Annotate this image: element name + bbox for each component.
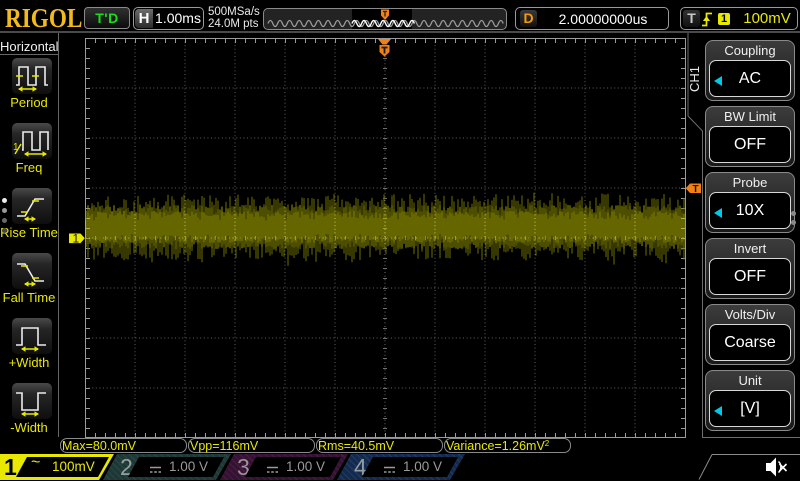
svg-text:T: T [693, 184, 699, 195]
svg-text:1: 1 [73, 232, 80, 246]
